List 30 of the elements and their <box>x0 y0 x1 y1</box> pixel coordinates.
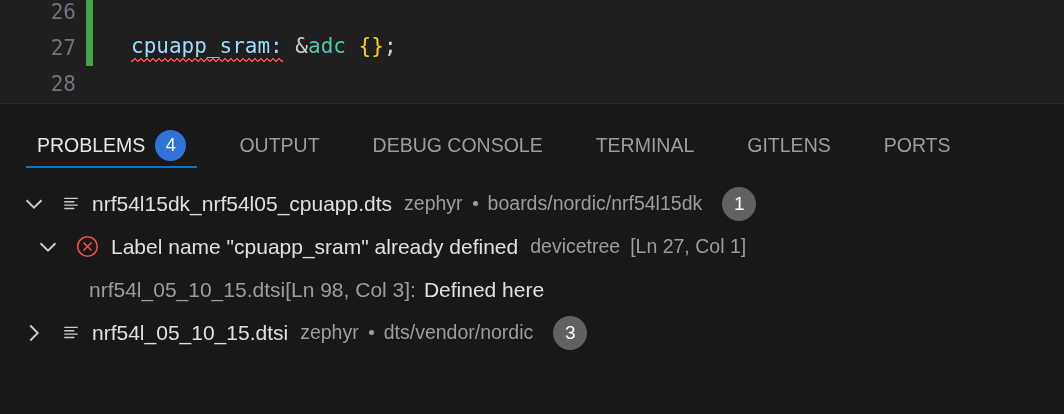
code-token: {} <box>357 34 384 60</box>
panel-tab[interactable]: TERMINAL <box>584 126 706 168</box>
panel-tab[interactable]: PORTS <box>872 126 962 168</box>
code-token: ; <box>383 34 397 60</box>
separator-dot <box>472 201 478 206</box>
line-number: 26 <box>49 0 76 24</box>
count-badge: 3 <box>553 315 588 350</box>
problem-location: [Ln 27, Col 1] <box>630 235 747 258</box>
count-badge: 1 <box>722 186 757 221</box>
panel-tab[interactable]: PROBLEMS 4 <box>26 126 198 168</box>
file-path: dts/vendor/nordic <box>383 321 534 344</box>
problem-message[interactable]: Label name "cpuapp_sram" already defined <box>111 234 519 259</box>
separator-dot <box>368 330 374 335</box>
panel-tab[interactable]: OUTPUT <box>228 126 331 168</box>
count-badge: 4 <box>155 129 187 161</box>
panel-tab[interactable]: GITLENS <box>736 126 842 168</box>
code-token: adc <box>308 34 346 60</box>
line-number: 27 <box>49 36 76 60</box>
folder-name: zephyr <box>300 321 359 344</box>
code-token: & <box>294 34 308 60</box>
file-path: boards/nordic/nrf54l15dk <box>487 192 703 215</box>
line-number: 28 <box>49 72 76 96</box>
related-message: Defined here <box>423 277 545 302</box>
panel-tab[interactable]: DEBUG CONSOLE <box>361 126 554 168</box>
folder-name: zephyr <box>404 192 463 215</box>
error-icon <box>76 235 99 258</box>
file-name[interactable]: nrf54l_05_10_15.dtsi <box>92 320 289 345</box>
file-name[interactable]: nrf54l15dk_nrf54l05_cpuapp.dts <box>92 191 393 216</box>
related-location-link[interactable]: nrf54l_05_10_15.dtsi[Ln 98, Col 3]: <box>89 277 416 302</box>
problem-source: devicetree <box>530 235 621 258</box>
